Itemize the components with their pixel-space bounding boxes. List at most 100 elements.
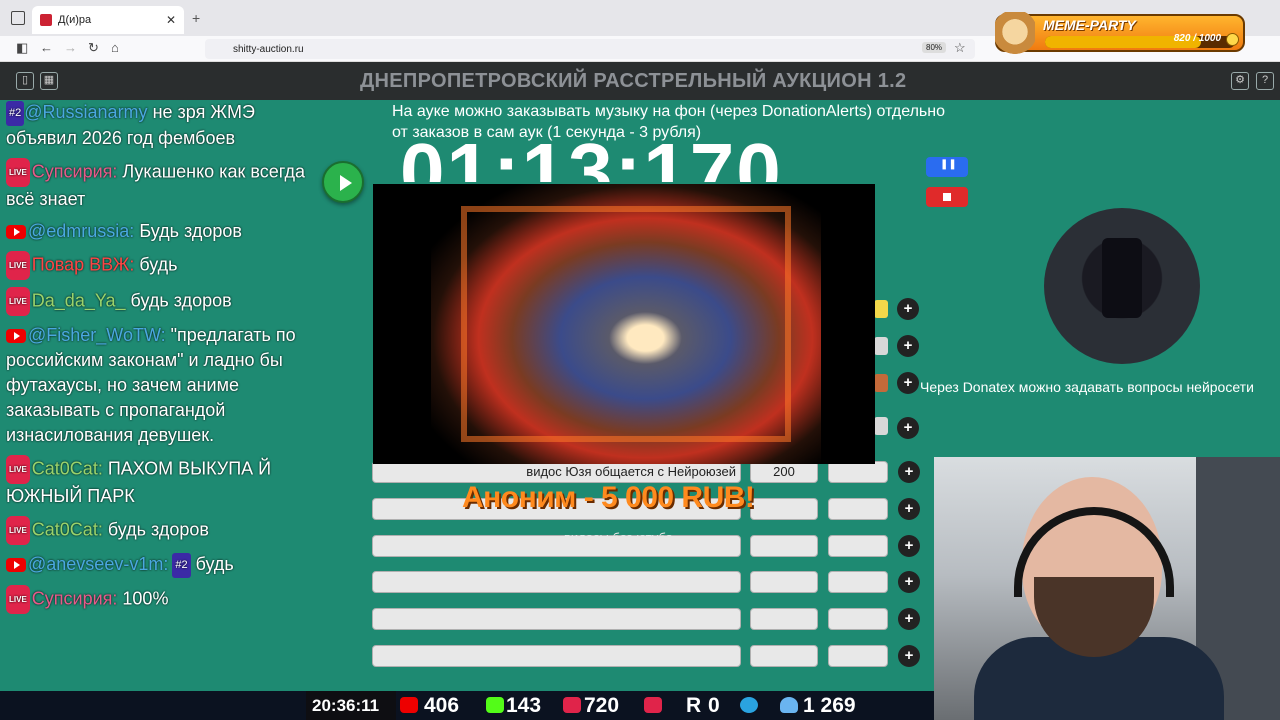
lot-chip-yellow [874,300,888,318]
lot-add-amount-input[interactable] [828,498,888,520]
lot-amount-input[interactable] [750,571,818,593]
chat-author: Cat0Cat: [31,458,103,478]
chat-text: будь здоров [102,519,209,539]
live-badge-icon: LIVE [6,454,30,484]
lot-plus-button[interactable]: + [898,535,920,557]
stream-stats-bar: 20:36:11 406 143 720 R 0 1 269 [0,691,934,720]
chat-message: @edmrussia: Будь здоров [6,219,306,244]
chat-text: Будь здоров [134,220,242,241]
bookmark-star-icon[interactable]: ☆ [954,40,966,56]
chat-message: LIVE Cat0Cat: будь здоров [6,515,306,545]
lot-amount-input[interactable] [750,535,818,557]
lot-plus-button[interactable]: + [898,571,920,593]
auction-timer: 01:13:170 [400,132,783,182]
home-icon[interactable]: ⌂ [111,40,119,55]
lot-add-amount-input[interactable] [828,461,888,483]
address-bar[interactable]: shitty-auction.ru [205,39,975,59]
donation-video[interactable] [373,184,875,464]
forward-icon[interactable]: → [64,40,77,55]
donatex-note: Через Donatex можно задавать вопросы ней… [920,379,1254,395]
meme-party-title: MEME-PARTY [1043,17,1136,33]
add-lot-button[interactable]: + [897,372,919,394]
chat-message: LIVE Da_da_Ya_ будь здоров [6,286,306,316]
live-badge-icon: LIVE [6,250,30,280]
add-lot-button[interactable]: + [897,335,919,357]
youtube-badge-icon [6,225,26,239]
youtube-icon [400,697,418,713]
lot-amount-input[interactable]: 200 [750,461,818,483]
chat-author: Da_da_Ya_ [31,290,126,310]
chat-message: @anevseev-v1m: #2 будь [6,552,306,578]
panel-toggle-icon[interactable]: ▯ [16,72,34,90]
url-text: shitty-auction.ru [233,43,304,55]
live-badge-icon: LIVE [6,584,30,614]
chat-author: @edmrussia: [28,220,135,241]
rank-badge: #2 [172,552,191,578]
lot-name-input[interactable] [372,645,741,667]
main-area: #2 @Russianarmy не зря ЖМЭ объявил 2026 г… [0,100,1280,720]
lot-name-input[interactable] [372,571,741,593]
chat-text: будь здоров [125,290,232,310]
chat-author: Супсирия: [31,161,118,181]
rutube-icon: R [686,694,702,717]
live-badge-icon: LIVE [6,515,30,545]
streamer-avatar [1044,208,1200,364]
chat-overlay: #2 @Russianarmy не зря ЖМЭ объявил 2026 г… [6,100,306,694]
kick-count: 143 [506,694,542,717]
stop-button[interactable] [926,187,968,207]
play-button[interactable] [322,161,364,203]
meme-party-widget: MEME-PARTY 820 / 1000 [995,12,1245,56]
viewers-icon [780,697,798,713]
chat-author: Cat0Cat: [31,519,103,539]
lot-plus-button[interactable]: + [898,645,920,667]
tab-close-icon[interactable]: ✕ [166,13,176,27]
clock: 20:36:11 [312,696,380,715]
live-badge-icon: LIVE [6,157,30,187]
lot-name-input[interactable]: видос Юзя общается с Нейроюзей [372,461,741,483]
tab-title: Д(и)ра [58,14,92,26]
lot-amount-input[interactable] [750,608,818,630]
lot-add-amount-input[interactable] [828,571,888,593]
lot-chip-gray [874,417,888,435]
help-icon[interactable]: ? [1256,72,1274,90]
lot-plus-button[interactable]: + [898,608,920,630]
add-lot-button[interactable]: + [897,417,919,439]
chat-message: LIVE Супсирия: 100% [6,584,306,614]
lot-add-amount-input[interactable] [828,535,888,557]
lot-name-input[interactable] [372,535,741,557]
coin-icon [1226,33,1239,46]
add-lot-button[interactable]: + [897,298,919,320]
back-icon[interactable]: ← [40,40,53,55]
chat-author: Супсирия: [31,587,118,608]
donation-alert: Аноним - 5 000 RUB! [462,481,755,514]
reload-icon[interactable]: ↻ [88,40,99,56]
telegram-icon [740,697,758,713]
tab-groups-icon[interactable]: ◧ [16,40,28,56]
lot-chip-gray [874,337,888,355]
lot-name-input[interactable] [372,608,741,630]
lot-plus-button[interactable]: + [898,498,920,520]
zoom-level[interactable]: 80% [922,42,947,53]
chat-text: 100% [117,587,169,608]
browser-tab[interactable]: Д(и)ра ✕ [32,6,184,34]
chat-author: @Fisher_WoTW: [28,324,166,345]
lot-add-amount-input[interactable] [828,645,888,667]
lot-add-amount-input[interactable] [828,608,888,630]
settings-gear-icon[interactable]: ⚙ [1231,72,1249,90]
webcam-feed [934,457,1280,720]
sidebar-toggle-icon[interactable] [11,11,25,25]
youtube-count: 406 [424,694,460,717]
chat-text: будь [190,553,234,574]
calculator-icon[interactable]: ▦ [40,72,58,90]
new-tab-button[interactable]: + [192,10,200,26]
pause-button[interactable] [926,157,968,177]
meme-score: 820 / 1000 [1173,33,1221,44]
lot-amount-input[interactable] [750,498,818,520]
vkplay-icon [644,697,662,713]
video-border [461,206,791,442]
lot-plus-button[interactable]: + [898,461,920,483]
youtube-badge-icon [6,329,26,343]
app-header: ▯ ▦ ДНЕПРОПЕТРОВСКИЙ РАССТРЕЛЬНЫЙ АУКЦИО… [0,62,1280,100]
chat-message: LIVE Супсирия: Лукашенко как всегда всё з… [6,157,306,212]
lot-amount-input[interactable] [750,645,818,667]
